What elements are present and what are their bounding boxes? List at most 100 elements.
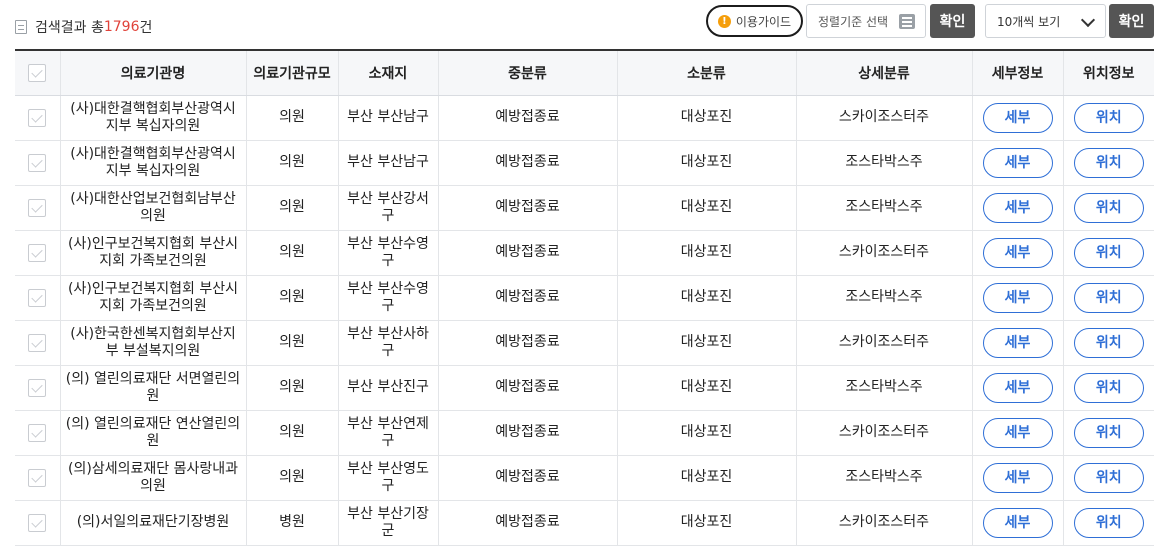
institution-scale-cell: 의원 bbox=[245, 95, 338, 141]
detail-button[interactable]: 세부 bbox=[982, 462, 1053, 493]
row-select-cell bbox=[15, 230, 60, 276]
header-institution-scale: 의료기관규모 bbox=[245, 50, 338, 96]
detail-button[interactable]: 세부 bbox=[982, 372, 1053, 403]
location-button[interactable]: 위치 bbox=[1073, 417, 1144, 448]
location-button[interactable]: 위치 bbox=[1073, 372, 1144, 403]
location-button[interactable]: 위치 bbox=[1073, 237, 1144, 268]
location-cell: 부산 부산연제구 bbox=[337, 410, 438, 456]
detail-button[interactable]: 세부 bbox=[982, 237, 1053, 268]
location-info-cell: 위치 bbox=[1062, 95, 1154, 141]
mid-category-cell: 예방접종료 bbox=[437, 185, 617, 231]
row-checkbox[interactable] bbox=[28, 333, 47, 352]
mid-category-cell: 예방접종료 bbox=[437, 95, 617, 141]
detail-button[interactable]: 세부 bbox=[982, 147, 1053, 178]
detail-button[interactable]: 세부 bbox=[982, 417, 1053, 448]
sort-confirm-button[interactable]: 확인 bbox=[930, 4, 975, 38]
location-cell: 부산 부산수영구 bbox=[337, 230, 438, 276]
row-checkbox[interactable] bbox=[28, 378, 47, 397]
row-checkbox[interactable] bbox=[28, 513, 47, 532]
location-button[interactable]: 위치 bbox=[1073, 102, 1144, 133]
sort-select[interactable]: 정렬기준 선택 bbox=[806, 4, 926, 38]
location-button[interactable]: 위치 bbox=[1073, 462, 1144, 493]
header-sub-category: 소분류 bbox=[616, 50, 796, 96]
sub-category-cell: 대상포진 bbox=[616, 95, 796, 141]
mid-category-cell: 예방접종료 bbox=[437, 320, 617, 366]
detail-category-cell: 조스타박스주 bbox=[795, 275, 972, 321]
row-checkbox[interactable] bbox=[28, 288, 47, 307]
detail-info-cell: 세부 bbox=[971, 275, 1063, 321]
location-button[interactable]: 위치 bbox=[1073, 147, 1144, 178]
detail-button[interactable]: 세부 bbox=[982, 507, 1053, 538]
header-institution-name: 의료기관명 bbox=[59, 50, 246, 96]
table-row: (사)대한결핵협회부산광역시지부 복십자의원 의원 부산 부산남구 예방접종료 대상포진… bbox=[15, 95, 1154, 141]
detail-info-cell: 세부 bbox=[971, 95, 1063, 141]
select-all-checkbox[interactable] bbox=[28, 63, 47, 82]
location-info-cell: 위치 bbox=[1062, 185, 1154, 231]
table-row: (사)인구보건복지협회 부산시지회 가족보건의원 의원 부산 부산수영구 예방접종료 대… bbox=[15, 275, 1154, 321]
mid-category-cell: 예방접종료 bbox=[437, 230, 617, 276]
detail-category-cell: 조스타박스주 bbox=[795, 140, 972, 186]
row-checkbox[interactable] bbox=[28, 468, 47, 487]
sub-category-cell: 대상포진 bbox=[616, 140, 796, 186]
institution-scale-cell: 의원 bbox=[245, 455, 338, 501]
row-checkbox[interactable] bbox=[28, 153, 47, 172]
sub-category-cell: 대상포진 bbox=[616, 455, 796, 501]
location-info-cell: 위치 bbox=[1062, 365, 1154, 411]
sub-category-cell: 대상포진 bbox=[616, 320, 796, 366]
header-detail-category: 상세분류 bbox=[795, 50, 972, 96]
location-info-cell: 위치 bbox=[1062, 455, 1154, 501]
usage-guide-label: 이용가이드 bbox=[735, 14, 792, 29]
location-button[interactable]: 위치 bbox=[1073, 282, 1144, 313]
row-checkbox[interactable] bbox=[28, 423, 47, 442]
location-cell: 부산 부산기장군 bbox=[337, 500, 438, 546]
table-row: (사)인구보건복지협회 부산시지회 가족보건의원 의원 부산 부산수영구 예방접종료 대… bbox=[15, 230, 1154, 276]
sub-category-cell: 대상포진 bbox=[616, 275, 796, 321]
detail-category-cell: 조스타박스주 bbox=[795, 185, 972, 231]
row-checkbox[interactable] bbox=[28, 108, 47, 127]
location-info-cell: 위치 bbox=[1062, 410, 1154, 456]
select-all-cell bbox=[15, 50, 60, 96]
institution-scale-cell: 의원 bbox=[245, 185, 338, 231]
mid-category-cell: 예방접종료 bbox=[437, 365, 617, 411]
location-info-cell: 위치 bbox=[1062, 275, 1154, 321]
page-size-value: 10개씩 보기 bbox=[997, 14, 1061, 29]
institution-name-cell: (의) 열린의료재단 서면열린의원 bbox=[59, 365, 246, 411]
institution-name-cell: (사)대한결핵협회부산광역시지부 복십자의원 bbox=[59, 95, 246, 141]
location-cell: 부산 부산남구 bbox=[337, 140, 438, 186]
institution-scale-cell: 병원 bbox=[245, 500, 338, 546]
detail-category-cell: 스카이조스터주 bbox=[795, 410, 972, 456]
header-location: 소재지 bbox=[337, 50, 438, 96]
institution-name-cell: (사)인구보건복지협회 부산시지회 가족보건의원 bbox=[59, 275, 246, 321]
location-button[interactable]: 위치 bbox=[1073, 327, 1144, 358]
page-size-confirm-button[interactable]: 확인 bbox=[1109, 4, 1154, 38]
institution-scale-cell: 의원 bbox=[245, 140, 338, 186]
detail-button[interactable]: 세부 bbox=[982, 192, 1053, 223]
detail-info-cell: 세부 bbox=[971, 455, 1063, 501]
info-exclamation-icon: ! bbox=[717, 14, 731, 28]
usage-guide-button[interactable]: ! 이용가이드 bbox=[706, 5, 803, 37]
page-size-select[interactable]: 10개씩 보기 bbox=[985, 4, 1106, 38]
detail-button[interactable]: 세부 bbox=[982, 102, 1053, 133]
row-checkbox[interactable] bbox=[28, 243, 47, 262]
location-button[interactable]: 위치 bbox=[1073, 192, 1144, 223]
sort-select-label: 정렬기준 선택 bbox=[818, 14, 889, 29]
mid-category-cell: 예방접종료 bbox=[437, 500, 617, 546]
detail-category-cell: 스카이조스터주 bbox=[795, 500, 972, 546]
row-select-cell bbox=[15, 275, 60, 321]
institution-name-cell: (사)한국한센복지협회부산지부 부설복지의원 bbox=[59, 320, 246, 366]
location-info-cell: 위치 bbox=[1062, 500, 1154, 546]
institution-name-cell: (사)대한결핵협회부산광역시지부 복십자의원 bbox=[59, 140, 246, 186]
location-button[interactable]: 위치 bbox=[1073, 507, 1144, 538]
location-info-cell: 위치 bbox=[1062, 230, 1154, 276]
row-select-cell bbox=[15, 140, 60, 186]
detail-info-cell: 세부 bbox=[971, 140, 1063, 186]
detail-category-cell: 스카이조스터주 bbox=[795, 230, 972, 276]
row-checkbox[interactable] bbox=[28, 198, 47, 217]
detail-button[interactable]: 세부 bbox=[982, 282, 1053, 313]
location-cell: 부산 부산사하구 bbox=[337, 320, 438, 366]
table-header-row: 의료기관명 의료기관규모 소재지 중분류 소분류 상세분류 세부정보 위치정보 bbox=[15, 50, 1154, 96]
location-cell: 부산 부산진구 bbox=[337, 365, 438, 411]
detail-button[interactable]: 세부 bbox=[982, 327, 1053, 358]
row-select-cell bbox=[15, 95, 60, 141]
row-select-cell bbox=[15, 500, 60, 546]
